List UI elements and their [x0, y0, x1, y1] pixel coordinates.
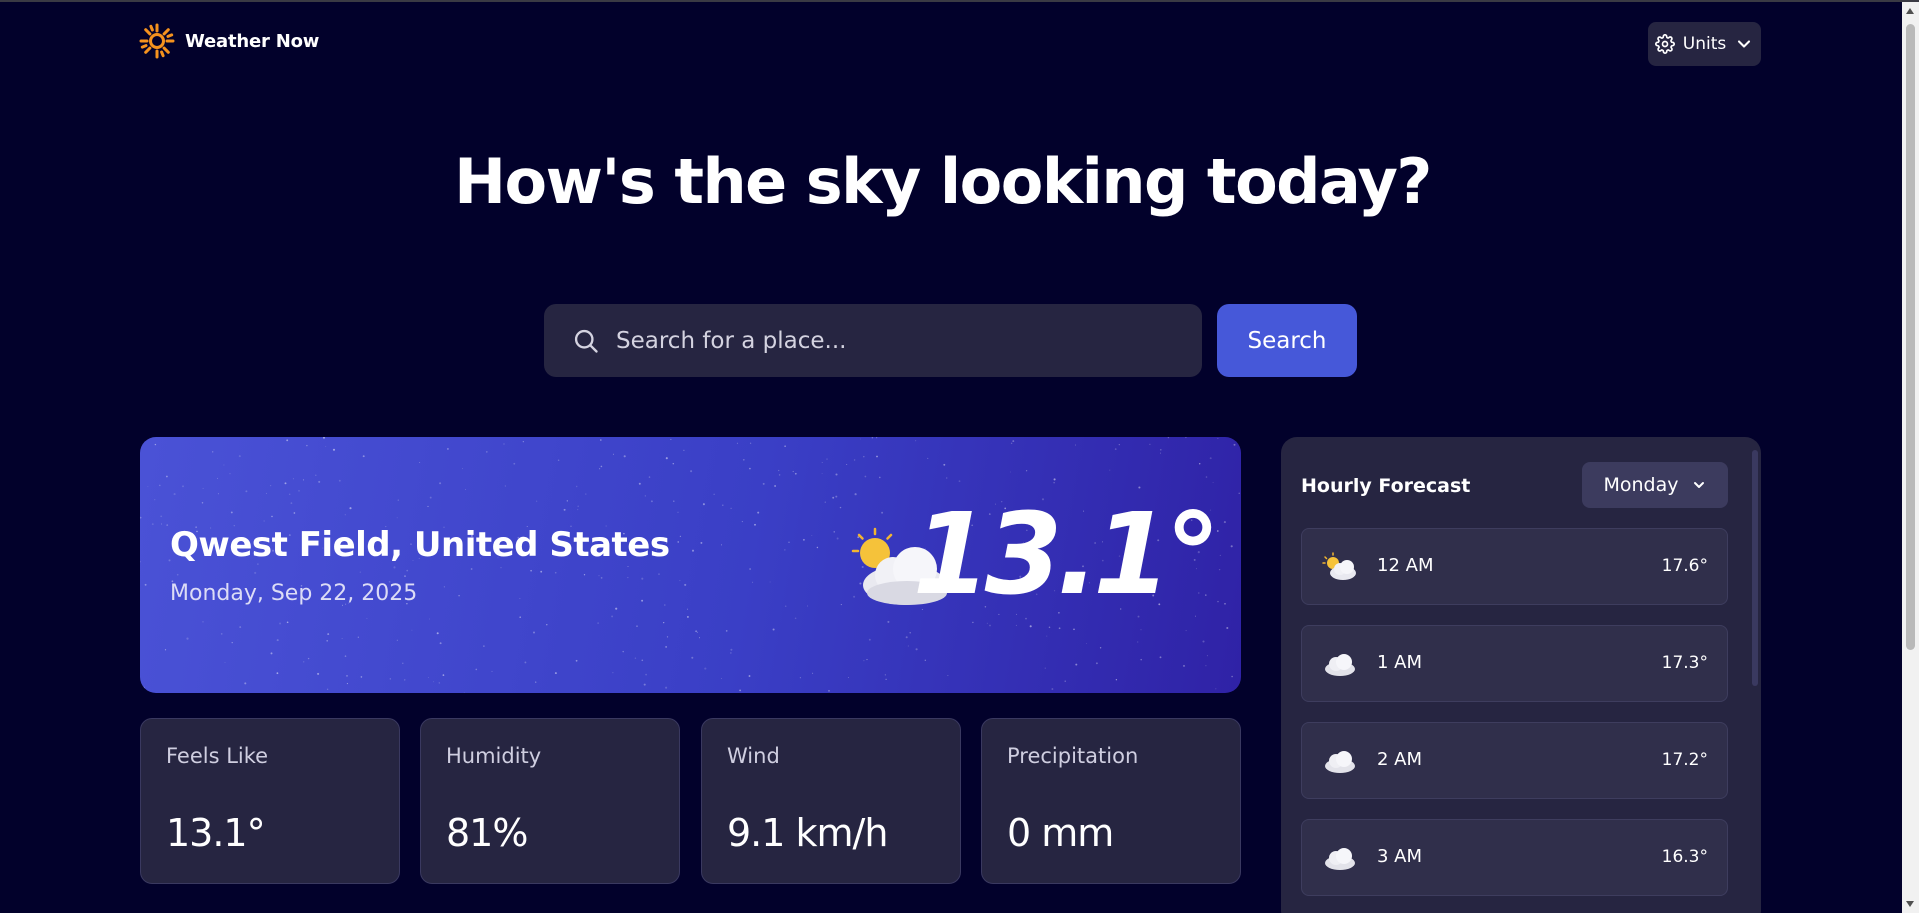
hourly-time: 1 AM [1377, 652, 1423, 673]
cloud-icon [1325, 654, 1355, 676]
current-weather-card: Qwest Field, United States Monday, Sep 2… [140, 437, 1241, 693]
scroll-up-icon[interactable] [1906, 8, 1914, 14]
search-icon [574, 329, 598, 353]
units-button[interactable]: Units [1648, 22, 1761, 66]
hourly-temp: 17.6° [1661, 556, 1708, 576]
hourly-time: 12 AM [1377, 555, 1434, 576]
stat-card-humidity: Humidity 81% [420, 718, 680, 884]
day-select[interactable]: Monday [1582, 462, 1728, 508]
cloud-icon [1325, 751, 1355, 773]
scroll-down-icon[interactable] [1906, 901, 1914, 907]
stat-label: Humidity [446, 744, 542, 768]
cloud-icon [1325, 848, 1355, 870]
day-select-value: Monday [1603, 474, 1679, 496]
hourly-temp: 16.3° [1661, 847, 1708, 867]
location-name: Qwest Field, United States [170, 525, 670, 565]
app-logo[interactable]: Weather Now [139, 23, 319, 59]
stat-label: Feels Like [166, 744, 269, 768]
hourly-forecast-title: Hourly Forecast [1301, 475, 1471, 497]
search-box[interactable] [544, 304, 1202, 377]
chevron-down-icon [1738, 40, 1751, 48]
stat-card-precipitation: Precipitation 0 mm [981, 718, 1241, 884]
hourly-temp: 17.2° [1661, 750, 1708, 770]
stat-value: 13.1° [166, 811, 266, 855]
stat-card-wind: Wind 9.1 km/h [701, 718, 961, 884]
sun-icon [139, 23, 175, 59]
hourly-item: 3 AM 16.3° [1301, 819, 1728, 896]
hourly-item: 12 AM 17.6° [1301, 528, 1728, 605]
hourly-item: 1 AM 17.3° [1301, 625, 1728, 702]
chevron-down-icon [1693, 482, 1704, 488]
current-temperature: 13.1° [912, 490, 1221, 620]
search-input[interactable] [616, 327, 1176, 354]
stat-card-feels-like: Feels Like 13.1° [140, 718, 400, 884]
units-label: Units [1682, 34, 1727, 54]
stat-label: Wind [727, 744, 780, 768]
stat-value: 81% [446, 811, 528, 855]
window-top-edge [0, 0, 1919, 2]
hourly-time: 2 AM [1377, 749, 1423, 770]
hourly-item: 2 AM 17.2° [1301, 722, 1728, 799]
hourly-forecast-panel: Hourly Forecast Monday 12 AM 17.6° 1 AM [1281, 437, 1761, 913]
current-date: Monday, Sep 22, 2025 [170, 581, 418, 606]
stat-value: 0 mm [1007, 811, 1114, 855]
hourly-temp: 17.3° [1661, 653, 1708, 673]
page-scrollbar[interactable] [1902, 2, 1919, 913]
scroll-thumb[interactable] [1906, 24, 1915, 650]
hourly-scrollbar[interactable] [1752, 450, 1758, 686]
app-name: Weather Now [185, 30, 320, 52]
partly-cloudy-icon [1322, 552, 1356, 580]
stat-value: 9.1 km/h [727, 811, 888, 855]
stat-label: Precipitation [1007, 744, 1139, 768]
page-title: How's the sky looking today? [454, 145, 1432, 218]
search-button[interactable]: Search [1217, 304, 1357, 377]
hourly-time: 3 AM [1377, 846, 1423, 867]
gear-icon [1654, 34, 1675, 54]
